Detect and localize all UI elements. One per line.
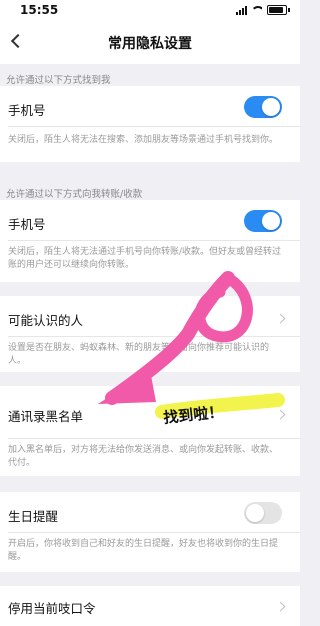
blocklist-desc: 加入黑名单后，对方将无法给你发送消息、或向你发起转账、收款、代付。 [8, 445, 279, 468]
nav-bar: 常用隐私设置 [0, 20, 300, 64]
birthday-toggle[interactable] [244, 502, 282, 524]
section-header-find-me: 允许通过以下方式找到我 [6, 75, 111, 86]
chevron-right-icon [276, 313, 286, 323]
birthday-label: 生日提醒 [8, 509, 59, 524]
page-title: 常用隐私设置 [108, 36, 192, 52]
chevron-right-icon [276, 601, 286, 611]
wifi-icon [252, 6, 262, 14]
transfer-phone-toggle[interactable] [244, 210, 282, 232]
battery-icon [267, 5, 287, 15]
divider [8, 438, 300, 439]
birthday-card: 生日提醒 开启后，你将收到自己和好友的生日提醒，好友也将收到你的生日提醒。 [0, 492, 300, 572]
divider [8, 126, 300, 127]
transfer-phone-label: 手机号 [8, 217, 46, 232]
find-me-card: 手机号 关闭后，陌生人将无法在搜索、添加朋友等场景通过手机号找到你。 [0, 86, 300, 162]
toggle-knob [262, 98, 280, 116]
status-icons [236, 5, 290, 15]
people-you-may-know-desc: 设置是否在朋友、蚂蚁森林、新的朋友等页面向你推荐可能认识的人。 [8, 343, 270, 366]
find-me-phone-desc: 关闭后，陌生人将无法在搜索、添加朋友等场景通过手机号找到你。 [8, 135, 279, 145]
toggle-knob [246, 504, 264, 522]
birthday-desc: 开启后，你将收到自己和好友的生日提醒，好友也将收到你的生日提醒。 [8, 539, 279, 562]
chevron-right-icon [276, 409, 286, 419]
transfer-phone-desc: 关闭后，陌生人将无法通过手机号向你转账/收款。但好友或曾经转过账的用户还可以继续… [8, 247, 282, 270]
people-you-may-know-label: 可能认识的人 [8, 313, 84, 328]
status-time: 15:55 [20, 3, 59, 17]
section-header-transfer: 允许通过以下方式向我转账/收款 [6, 189, 143, 200]
people-you-may-know-card[interactable]: 可能认识的人 设置是否在朋友、蚂蚁森林、新的朋友等页面向你推荐可能认识的人。 [0, 296, 300, 372]
divider [8, 336, 300, 337]
toggle-knob [262, 212, 280, 230]
transfer-card: 手机号 关闭后，陌生人将无法通过手机号向你转账/收款。但好友或曾经转过账的用户还… [0, 200, 300, 282]
status-bar: 15:55 [0, 0, 300, 20]
disable-kouling-label: 停用当前吱口令 [8, 601, 96, 616]
battery-tip-icon [288, 8, 290, 12]
find-me-phone-label: 手机号 [8, 103, 46, 118]
divider [8, 532, 300, 533]
divider [8, 240, 300, 241]
disable-kouling-card[interactable]: 停用当前吱口令 [0, 586, 300, 626]
signal-icon [236, 5, 247, 15]
blocklist-card[interactable]: 通讯录黑名单 加入黑名单后，对方将无法给你发送消息、或向你发起转账、收款、代付。 [0, 386, 300, 476]
blocklist-label: 通讯录黑名单 [8, 409, 84, 424]
find-me-phone-toggle[interactable] [244, 96, 282, 118]
